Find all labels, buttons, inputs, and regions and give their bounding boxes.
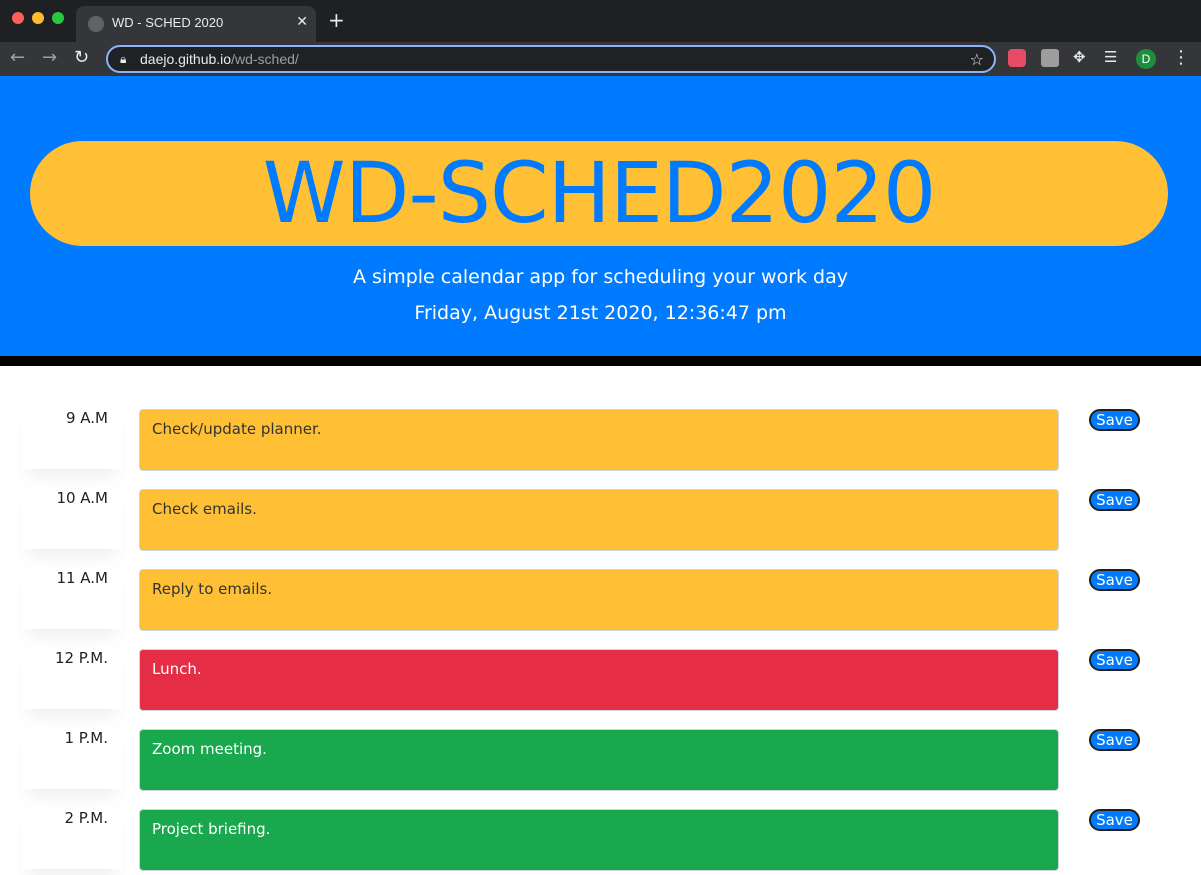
- hour-label: 9 A.M: [22, 409, 122, 469]
- url-text[interactable]: daejo.github.io/wd-sched/: [140, 51, 299, 67]
- time-block-row: 1 P.M. Zoom meeting. Save: [0, 729, 1201, 791]
- hour-text: 10 A.M: [56, 489, 108, 507]
- app-description: A simple calendar app for scheduling you…: [352, 266, 849, 288]
- time-block-row: 2 P.M. Project briefing. Save: [0, 809, 1201, 871]
- hour-text: 12 P.M.: [54, 649, 108, 667]
- url-host: daejo.github.io: [140, 51, 232, 67]
- hour-label: 1 P.M.: [22, 729, 122, 789]
- save-button[interactable]: Save: [1089, 809, 1140, 831]
- event-input[interactable]: Check/update planner.: [139, 409, 1059, 471]
- browser-tab-bar: WD - SCHED 2020 ✕ +: [0, 0, 1201, 42]
- time-block-row: 12 P.M. Lunch. Save: [0, 649, 1201, 711]
- hour-label: 2 P.M.: [22, 809, 122, 869]
- header: WD-SCHED2020 A simple calendar app for s…: [0, 76, 1201, 366]
- lock-icon[interactable]: 🔒︎: [120, 52, 126, 67]
- extension-icon[interactable]: [1041, 49, 1059, 67]
- hour-text: 9 A.M: [65, 409, 108, 427]
- address-bar[interactable]: 🔒︎ daejo.github.io/wd-sched/ ☆: [106, 45, 996, 73]
- event-input[interactable]: Reply to emails.: [139, 569, 1059, 631]
- maximize-window-button[interactable]: [52, 12, 64, 24]
- profile-avatar[interactable]: D: [1136, 49, 1156, 69]
- minimize-window-button[interactable]: [32, 12, 44, 24]
- save-button[interactable]: Save: [1089, 409, 1140, 431]
- hour-text: 2 P.M.: [64, 809, 109, 827]
- browser-tab[interactable]: WD - SCHED 2020 ✕: [76, 6, 316, 42]
- page-content: WD-SCHED2020 A simple calendar app for s…: [0, 76, 1201, 875]
- back-arrow-icon[interactable]: ←: [10, 48, 25, 68]
- current-datetime: Friday, August 21st 2020, 12:36:47 pm: [414, 302, 787, 324]
- kebab-menu-icon[interactable]: ⋮: [1172, 47, 1190, 68]
- save-button[interactable]: Save: [1089, 569, 1140, 591]
- time-block-row: 11 A.M Reply to emails. Save: [0, 569, 1201, 631]
- time-block-row: 9 A.M Check/update planner. Save: [0, 409, 1201, 471]
- extension-icon[interactable]: [1008, 49, 1026, 67]
- save-button[interactable]: Save: [1089, 649, 1140, 671]
- event-input[interactable]: Zoom meeting.: [139, 729, 1059, 791]
- event-input[interactable]: Check emails.: [139, 489, 1059, 551]
- page-title: WD-SCHED2020: [262, 144, 937, 242]
- event-input[interactable]: Project briefing.: [139, 809, 1059, 871]
- save-button[interactable]: Save: [1089, 489, 1140, 511]
- hour-label: 10 A.M: [22, 489, 122, 549]
- hour-label: 11 A.M: [22, 569, 122, 629]
- forward-arrow-icon[interactable]: →: [42, 48, 57, 68]
- media-queue-icon[interactable]: ☰: [1104, 48, 1117, 66]
- reload-icon[interactable]: ↻: [74, 48, 89, 68]
- bookmark-star-icon[interactable]: ☆: [970, 50, 984, 69]
- event-input[interactable]: Lunch.: [139, 649, 1059, 711]
- browser-toolbar: ← → ↻ 🔒︎ daejo.github.io/wd-sched/ ☆ ✥ ☰…: [0, 42, 1201, 76]
- close-window-button[interactable]: [12, 12, 24, 24]
- close-tab-icon[interactable]: ✕: [296, 14, 308, 30]
- time-block-row: 10 A.M Check emails. Save: [0, 489, 1201, 551]
- title-banner: WD-SCHED2020: [30, 141, 1168, 246]
- hour-text: 11 A.M: [56, 569, 108, 587]
- puzzle-icon[interactable]: ✥: [1073, 48, 1086, 66]
- url-path: /wd-sched/: [231, 51, 299, 67]
- hour-label: 12 P.M.: [22, 649, 122, 709]
- hour-text: 1 P.M.: [64, 729, 109, 747]
- new-tab-button[interactable]: +: [328, 10, 345, 30]
- globe-icon: [88, 16, 104, 32]
- save-button[interactable]: Save: [1089, 729, 1140, 751]
- tab-title: WD - SCHED 2020: [112, 15, 224, 30]
